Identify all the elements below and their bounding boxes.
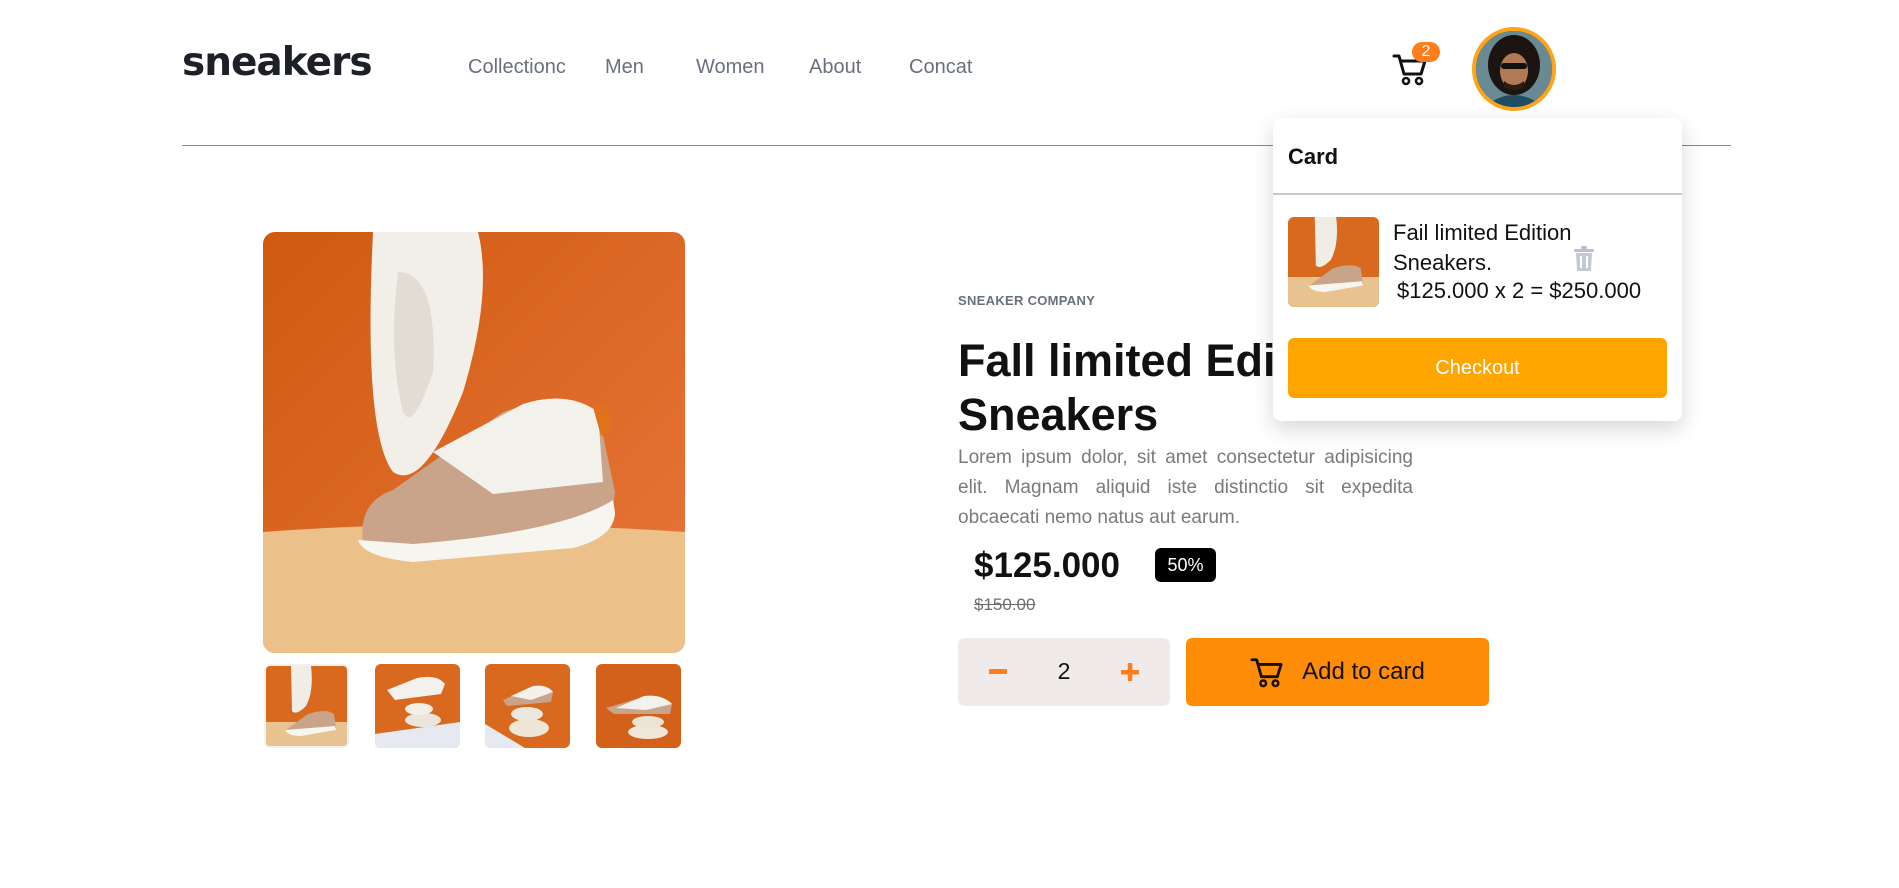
avatar-photo	[1476, 31, 1552, 107]
cart-count-badge: 2	[1412, 42, 1440, 62]
nav-item-women[interactable]: Women	[696, 56, 809, 79]
add-to-cart-label: Add to card	[1302, 658, 1425, 685]
original-price: $150.00	[974, 595, 1036, 614]
cart-item-total: $125.000 x 2 = $250.000	[1397, 278, 1642, 303]
nav-item-contact[interactable]: Concat	[909, 56, 972, 79]
thumbnail-3[interactable]	[485, 664, 570, 748]
increase-quantity-button[interactable]	[1100, 638, 1160, 706]
cart-dropdown: Card Fail limited Edition Sneakers. $125…	[1273, 118, 1682, 421]
minus-icon	[989, 669, 1007, 674]
remove-item-button[interactable]	[1573, 246, 1597, 274]
discount-badge: 50%	[1155, 548, 1216, 582]
cart-item-name: Fail limited Edition Sneakers.	[1393, 220, 1572, 275]
trash-icon	[1574, 246, 1594, 271]
product-description: Lorem ipsum dolor, sit amet consectetur …	[958, 447, 1413, 528]
add-to-cart-button[interactable]: Add to card	[1186, 638, 1489, 706]
current-price: $125.000	[974, 546, 1120, 585]
main-nav: Collectionc Men Women About Concat	[468, 56, 972, 79]
user-avatar[interactable]	[1472, 27, 1556, 111]
thumbnail-4[interactable]	[596, 664, 681, 748]
cart-panel-divider	[1273, 193, 1682, 195]
company-label: SNEAKER COMPANY	[958, 293, 1096, 308]
brand-logo[interactable]: sneakers	[182, 40, 373, 85]
decrease-quantity-button[interactable]	[968, 638, 1028, 706]
nav-item-collections[interactable]: Collectionc	[468, 56, 605, 79]
cart-panel-title: Card	[1288, 144, 1339, 169]
nav-item-men[interactable]: Men	[605, 56, 696, 79]
checkout-button[interactable]: Checkout	[1288, 338, 1667, 398]
quantity-value: 2	[1057, 658, 1071, 684]
thumbnail-1[interactable]	[264, 664, 349, 748]
cart-item-thumbnail	[1288, 217, 1379, 307]
nav-item-about[interactable]: About	[809, 56, 909, 79]
thumbnail-2[interactable]	[375, 664, 460, 748]
plus-icon	[1121, 663, 1139, 681]
cart-icon	[1250, 658, 1283, 688]
product-main-image[interactable]	[263, 232, 685, 653]
quantity-stepper: 2	[958, 638, 1170, 706]
